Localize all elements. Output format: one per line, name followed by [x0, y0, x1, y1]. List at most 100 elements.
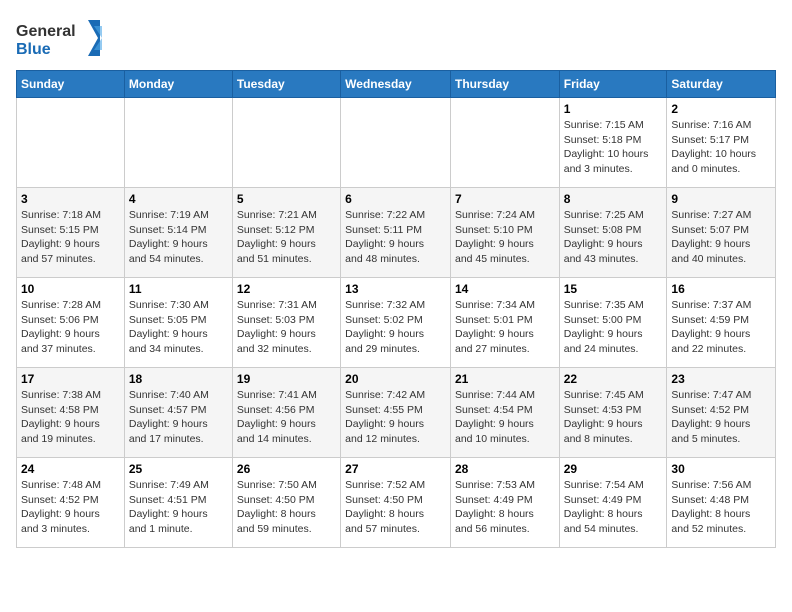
day-number: 25 — [129, 462, 228, 476]
day-number: 11 — [129, 282, 228, 296]
day-info: Sunrise: 7:40 AM Sunset: 4:57 PM Dayligh… — [129, 388, 228, 447]
calendar-cell: 2 Sunrise: 7:16 AM Sunset: 5:17 PM Daylig… — [667, 98, 776, 188]
calendar-cell: 11Sunrise: 7:30 AM Sunset: 5:05 PM Dayli… — [124, 278, 232, 368]
calendar-cell: 17 Sunrise: 7:38 AM Sunset: 4:58 PM Dayli… — [17, 368, 125, 458]
day-number: 29 — [564, 462, 663, 476]
calendar-cell: 22 Sunrise: 7:45 AM Sunset: 4:53 PM Dayli… — [559, 368, 667, 458]
day-number: 16 — [671, 282, 771, 296]
day-info: Sunrise: 7:34 AM Sunset: 5:01 PM Dayligh… — [455, 298, 555, 357]
day-number: 23 — [671, 372, 771, 386]
calendar-header: SundayMondayTuesdayWednesdayThursdayFrid… — [17, 71, 776, 98]
day-number: 26 — [237, 462, 336, 476]
calendar-cell: 6 Sunrise: 7:22 AM Sunset: 5:11 PM Daylig… — [341, 188, 451, 278]
calendar-cell: 30Sunrise: 7:56 AM Sunset: 4:48 PM Dayli… — [667, 458, 776, 548]
calendar: SundayMondayTuesdayWednesdayThursdayFrid… — [16, 70, 776, 548]
calendar-cell: 23 Sunrise: 7:47 AM Sunset: 4:52 PM Dayli… — [667, 368, 776, 458]
day-info: Sunrise: 7:19 AM Sunset: 5:14 PM Dayligh… — [129, 208, 228, 267]
calendar-cell: 12 Sunrise: 7:31 AM Sunset: 5:03 PM Dayli… — [232, 278, 340, 368]
page-header: General Blue — [16, 16, 776, 60]
day-info: Sunrise: 7:35 AM Sunset: 5:00 PM Dayligh… — [564, 298, 663, 357]
calendar-week-4: 17 Sunrise: 7:38 AM Sunset: 4:58 PM Dayli… — [17, 368, 776, 458]
calendar-week-5: 24 Sunrise: 7:48 AM Sunset: 4:52 PM Dayli… — [17, 458, 776, 548]
day-info: Sunrise: 7:54 AM Sunset: 4:49 PM Dayligh… — [564, 478, 663, 537]
calendar-cell: 1 Sunrise: 7:15 AM Sunset: 5:18 PM Daylig… — [559, 98, 667, 188]
calendar-cell — [17, 98, 125, 188]
day-number: 24 — [21, 462, 120, 476]
calendar-week-1: 1 Sunrise: 7:15 AM Sunset: 5:18 PM Daylig… — [17, 98, 776, 188]
day-info: Sunrise: 7:48 AM Sunset: 4:52 PM Dayligh… — [21, 478, 120, 537]
logo: General Blue — [16, 16, 106, 60]
day-info: Sunrise: 7:16 AM Sunset: 5:17 PM Dayligh… — [671, 118, 771, 177]
day-number: 1 — [564, 102, 663, 116]
calendar-cell: 16 Sunrise: 7:37 AM Sunset: 4:59 PM Dayli… — [667, 278, 776, 368]
day-number: 18 — [129, 372, 228, 386]
day-info: Sunrise: 7:50 AM Sunset: 4:50 PM Dayligh… — [237, 478, 336, 537]
day-number: 28 — [455, 462, 555, 476]
day-header-tuesday: Tuesday — [232, 71, 340, 98]
calendar-cell: 5 Sunrise: 7:21 AM Sunset: 5:12 PM Daylig… — [232, 188, 340, 278]
day-info: Sunrise: 7:38 AM Sunset: 4:58 PM Dayligh… — [21, 388, 120, 447]
calendar-week-3: 10 Sunrise: 7:28 AM Sunset: 5:06 PM Dayli… — [17, 278, 776, 368]
svg-text:General: General — [16, 23, 76, 40]
day-info: Sunrise: 7:21 AM Sunset: 5:12 PM Dayligh… — [237, 208, 336, 267]
calendar-cell: 15Sunrise: 7:35 AM Sunset: 5:00 PM Dayli… — [559, 278, 667, 368]
day-header-sunday: Sunday — [17, 71, 125, 98]
calendar-cell: 7Sunrise: 7:24 AM Sunset: 5:10 PM Daylig… — [450, 188, 559, 278]
day-number: 30 — [671, 462, 771, 476]
day-info: Sunrise: 7:37 AM Sunset: 4:59 PM Dayligh… — [671, 298, 771, 357]
day-number: 27 — [345, 462, 446, 476]
day-info: Sunrise: 7:32 AM Sunset: 5:02 PM Dayligh… — [345, 298, 446, 357]
day-header-wednesday: Wednesday — [341, 71, 451, 98]
day-info: Sunrise: 7:28 AM Sunset: 5:06 PM Dayligh… — [21, 298, 120, 357]
calendar-cell: 8Sunrise: 7:25 AM Sunset: 5:08 PM Daylig… — [559, 188, 667, 278]
day-number: 7 — [455, 192, 555, 206]
calendar-cell: 24 Sunrise: 7:48 AM Sunset: 4:52 PM Dayli… — [17, 458, 125, 548]
calendar-cell: 14Sunrise: 7:34 AM Sunset: 5:01 PM Dayli… — [450, 278, 559, 368]
day-header-saturday: Saturday — [667, 71, 776, 98]
calendar-week-2: 3 Sunrise: 7:18 AM Sunset: 5:15 PM Daylig… — [17, 188, 776, 278]
day-number: 20 — [345, 372, 446, 386]
day-info: Sunrise: 7:15 AM Sunset: 5:18 PM Dayligh… — [564, 118, 663, 177]
calendar-cell: 10 Sunrise: 7:28 AM Sunset: 5:06 PM Dayli… — [17, 278, 125, 368]
day-number: 10 — [21, 282, 120, 296]
calendar-cell: 9Sunrise: 7:27 AM Sunset: 5:07 PM Daylig… — [667, 188, 776, 278]
calendar-cell — [341, 98, 451, 188]
calendar-cell: 28 Sunrise: 7:53 AM Sunset: 4:49 PM Dayli… — [450, 458, 559, 548]
calendar-cell — [450, 98, 559, 188]
calendar-cell: 25Sunrise: 7:49 AM Sunset: 4:51 PM Dayli… — [124, 458, 232, 548]
day-info: Sunrise: 7:45 AM Sunset: 4:53 PM Dayligh… — [564, 388, 663, 447]
calendar-cell: 3 Sunrise: 7:18 AM Sunset: 5:15 PM Daylig… — [17, 188, 125, 278]
calendar-cell: 26 Sunrise: 7:50 AM Sunset: 4:50 PM Dayli… — [232, 458, 340, 548]
day-info: Sunrise: 7:18 AM Sunset: 5:15 PM Dayligh… — [21, 208, 120, 267]
day-info: Sunrise: 7:31 AM Sunset: 5:03 PM Dayligh… — [237, 298, 336, 357]
day-header-monday: Monday — [124, 71, 232, 98]
calendar-cell — [232, 98, 340, 188]
day-number: 6 — [345, 192, 446, 206]
day-number: 4 — [129, 192, 228, 206]
calendar-cell: 29 Sunrise: 7:54 AM Sunset: 4:49 PM Dayli… — [559, 458, 667, 548]
calendar-cell: 20 Sunrise: 7:42 AM Sunset: 4:55 PM Dayli… — [341, 368, 451, 458]
day-number: 3 — [21, 192, 120, 206]
day-info: Sunrise: 7:22 AM Sunset: 5:11 PM Dayligh… — [345, 208, 446, 267]
calendar-cell: 4 Sunrise: 7:19 AM Sunset: 5:14 PM Daylig… — [124, 188, 232, 278]
day-number: 5 — [237, 192, 336, 206]
day-header-friday: Friday — [559, 71, 667, 98]
svg-text:Blue: Blue — [16, 41, 51, 58]
day-info: Sunrise: 7:42 AM Sunset: 4:55 PM Dayligh… — [345, 388, 446, 447]
day-number: 17 — [21, 372, 120, 386]
day-number: 8 — [564, 192, 663, 206]
day-number: 12 — [237, 282, 336, 296]
day-number: 21 — [455, 372, 555, 386]
calendar-cell: 13Sunrise: 7:32 AM Sunset: 5:02 PM Dayli… — [341, 278, 451, 368]
day-info: Sunrise: 7:44 AM Sunset: 4:54 PM Dayligh… — [455, 388, 555, 447]
day-info: Sunrise: 7:52 AM Sunset: 4:50 PM Dayligh… — [345, 478, 446, 537]
day-info: Sunrise: 7:47 AM Sunset: 4:52 PM Dayligh… — [671, 388, 771, 447]
day-number: 2 — [671, 102, 771, 116]
calendar-cell: 19Sunrise: 7:41 AM Sunset: 4:56 PM Dayli… — [232, 368, 340, 458]
day-number: 9 — [671, 192, 771, 206]
day-number: 22 — [564, 372, 663, 386]
calendar-cell: 21 Sunrise: 7:44 AM Sunset: 4:54 PM Dayli… — [450, 368, 559, 458]
calendar-cell — [124, 98, 232, 188]
day-info: Sunrise: 7:53 AM Sunset: 4:49 PM Dayligh… — [455, 478, 555, 537]
calendar-cell: 18 Sunrise: 7:40 AM Sunset: 4:57 PM Dayli… — [124, 368, 232, 458]
